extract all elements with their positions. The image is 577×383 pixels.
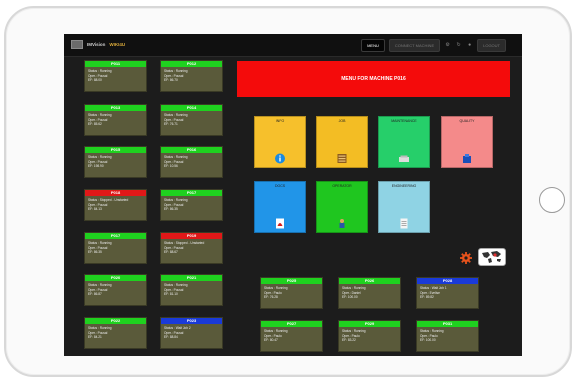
machine-details: Status : Running Oper.: Pousal EF: 198.90	[85, 153, 146, 171]
machine-card[interactable]: P011 Status : Running Oper.: Pousal EF: 88.…	[84, 60, 147, 92]
machine-ef: EF: 84.21	[88, 335, 102, 340]
operator-icon	[337, 216, 348, 228]
machine-details: Status : Running Oper.: Pousal EF: 88.00	[85, 67, 146, 85]
machine-details: Status : Running Oper.: Pousal EF: 76.71	[161, 111, 222, 129]
machine-ef: EF: 88.00	[88, 78, 102, 83]
tile-label: OPERATOR	[332, 184, 352, 188]
menu-tile[interactable]: ENGINEERING	[378, 181, 430, 233]
machine-ef: EF: 86.35	[164, 207, 178, 212]
machine-card[interactable]: P018 Status : Stopped - Unstarted Oper.: P…	[84, 189, 147, 221]
machine-card[interactable]: P012 Status : Running Oper.: Pousal EF: 86.…	[160, 60, 223, 92]
machine-ef: EF: 84.13	[88, 207, 102, 212]
machine-details: Status : Running Oper.: Daniel EF: 100.00	[339, 284, 400, 302]
machine-card[interactable]: P027 Status : Running Oper.: Paulo EF: 80.4…	[260, 320, 323, 352]
machine-details: Status : Running Oper.: Pousal EF: 86.87	[85, 281, 146, 299]
machine-details: Status : Running Oper.: Pousal EF: 84.21	[85, 324, 146, 342]
tile-label: JOB	[338, 119, 346, 123]
machine-details: Status : Running Oper.: Pousal EF: 81.10	[161, 281, 222, 299]
menu-banner: MENU FOR MACHINE P016	[237, 61, 510, 97]
brand-name: IMVision	[87, 42, 106, 47]
machine-ef: EF: 86.70	[164, 78, 178, 83]
machine-ef: EF: 85.62	[88, 122, 102, 127]
app-screen: IMVision WIKI4U MENU CONNECT MACHINE ⚙ ↻…	[64, 34, 522, 356]
maintenance-icon	[399, 151, 410, 162]
tile-label: DOCS	[274, 184, 286, 188]
machine-card[interactable]: P022 Status : Running Oper.: Pousal EF: 84.…	[84, 317, 147, 349]
machine-ef: EF: 86.35	[88, 250, 102, 255]
machine-ef: EF: 81.10	[164, 292, 178, 297]
machine-ef: EF: 10.56	[164, 164, 178, 169]
machine-card[interactable]: P021 Status : Running Oper.: Pousal EF: 81.…	[160, 274, 223, 306]
machine-ef: EF: 88.84	[164, 335, 178, 340]
refresh-icon[interactable]: ↻	[455, 40, 462, 51]
machine-card[interactable]: P014 Status : Running Oper.: Pousal EF: 76.…	[160, 104, 223, 136]
machine-ef: EF: 76.28	[264, 295, 278, 300]
machine-ef: EF: 80.47	[264, 338, 278, 343]
quality-icon	[462, 151, 473, 163]
machine-card[interactable]: P017 Status : Running Oper.: Pousal EF: 86.…	[160, 189, 223, 221]
machine-card[interactable]: P016 Status : Running Oper.: Pousal EF: 10.…	[160, 146, 223, 178]
machine-ef: EF: 100.00	[420, 338, 436, 343]
machine-details: Status : Running Oper.: Paulo EF: 83.22	[339, 327, 400, 345]
top-nav: MENU CONNECT MACHINE ⚙ ↻ ● LOGOUT	[361, 39, 506, 52]
pdf-icon	[275, 216, 286, 229]
tile-label: INFO	[275, 119, 285, 123]
menu-tile[interactable]: QUALITY	[441, 116, 493, 168]
machine-card[interactable]: P019 Status : Stopped - Unstarted Oper.: P…	[160, 232, 223, 264]
gear-icon[interactable]	[460, 252, 472, 264]
machine-details: Status : Running Oper.: Paulo EF: 80.47	[261, 327, 322, 345]
logo-icon	[71, 40, 83, 49]
machine-ef: EF: 83.22	[342, 338, 356, 343]
job-icon	[337, 151, 348, 163]
machine-ef: EF: 198.90	[88, 164, 104, 169]
brand-sub: WIKI4U	[109, 42, 126, 47]
machine-details: Status : Running Oper.: Pousal EF: 86.70	[161, 67, 222, 85]
world-map-icon	[482, 251, 501, 263]
machine-details: Status : Running Oper.: Pousal EF: 85.62	[85, 111, 146, 129]
machine-details: Status : Running Oper.: Pousal EF: 86.35	[85, 239, 146, 257]
machine-ef: EF: 88.67	[164, 250, 178, 255]
nav-menu[interactable]: MENU	[361, 39, 385, 52]
machine-details: Status : Stopped - Unstarted Oper.: Pousa…	[85, 196, 146, 214]
menu-tile[interactable]: DOCS	[254, 181, 306, 233]
machine-card[interactable]: P013 Status : Running Oper.: Pousal EF: 85.…	[84, 104, 147, 136]
machine-card[interactable]: P031 Status : Running Oper.: Paulo EF: 100.…	[416, 320, 479, 352]
machine-details: Status : Running Oper.: Paulo EF: 100.00	[417, 327, 478, 345]
machine-ef: EF: 86.87	[88, 292, 102, 297]
tile-label: QUALITY	[459, 119, 475, 123]
machine-card[interactable]: P020 Status : Running Oper.: Pousal EF: 86.…	[84, 274, 147, 306]
menu-tile[interactable]: OPERATOR	[316, 181, 368, 233]
user-icon[interactable]: ●	[466, 40, 473, 51]
machine-ef: EF: 89.82	[420, 295, 434, 300]
machine-card[interactable]: P025 Status : Running Oper.: Paulo EF: 76.2…	[260, 277, 323, 309]
machine-card[interactable]: P017 Status : Running Oper.: Pousal EF: 86.…	[84, 232, 147, 264]
home-button[interactable]	[539, 187, 565, 213]
machine-details: Status : Wait Job 2 Oper.: Pousal EF: 88.8…	[161, 324, 222, 342]
machine-ef: EF: 100.00	[342, 295, 358, 300]
top-bar: IMVision WIKI4U MENU CONNECT MACHINE ⚙ ↻…	[64, 34, 522, 57]
menu-tile[interactable]: MAINTENANCE	[378, 116, 430, 168]
tile-label: ENGINEERING	[391, 184, 417, 188]
machine-details: Status : Wait Job 1 Oper.: Evelise EF: 89.…	[417, 284, 478, 302]
nav-connect-machine[interactable]: CONNECT MACHINE	[388, 39, 441, 52]
machine-ef: EF: 76.71	[164, 122, 178, 127]
machine-card[interactable]: P026 Status : Running Oper.: Daniel EF: 100…	[338, 277, 401, 309]
machine-card[interactable]: P023 Status : Wait Job 2 Oper.: Pousal EF: …	[160, 317, 223, 349]
machine-details: Status : Running Oper.: Pousal EF: 86.35	[161, 196, 222, 214]
settings-icon[interactable]: ⚙	[444, 40, 451, 51]
nav-logout[interactable]: LOGOUT	[477, 39, 506, 52]
machine-details: Status : Stopped - Unstarted Oper.: Pousa…	[161, 239, 222, 257]
info-icon	[275, 151, 286, 164]
machine-card[interactable]: P015 Status : Running Oper.: Pousal EF: 198…	[84, 146, 147, 178]
machine-card[interactable]: P029 Status : Running Oper.: Paulo EF: 83.2…	[338, 320, 401, 352]
menu-tile[interactable]: JOB	[316, 116, 368, 168]
machine-details: Status : Running Oper.: Pousal EF: 10.56	[161, 153, 222, 171]
document-icon	[399, 216, 410, 229]
brand: IMVision WIKI4U	[71, 40, 125, 49]
machine-details: Status : Running Oper.: Paulo EF: 76.28	[261, 284, 322, 302]
tile-label: MAINTENANCE	[391, 119, 417, 123]
world-map-button[interactable]	[478, 248, 506, 266]
menu-tile[interactable]: INFO	[254, 116, 306, 168]
machine-card[interactable]: P028 Status : Wait Job 1 Oper.: Evelise EF:…	[416, 277, 479, 309]
